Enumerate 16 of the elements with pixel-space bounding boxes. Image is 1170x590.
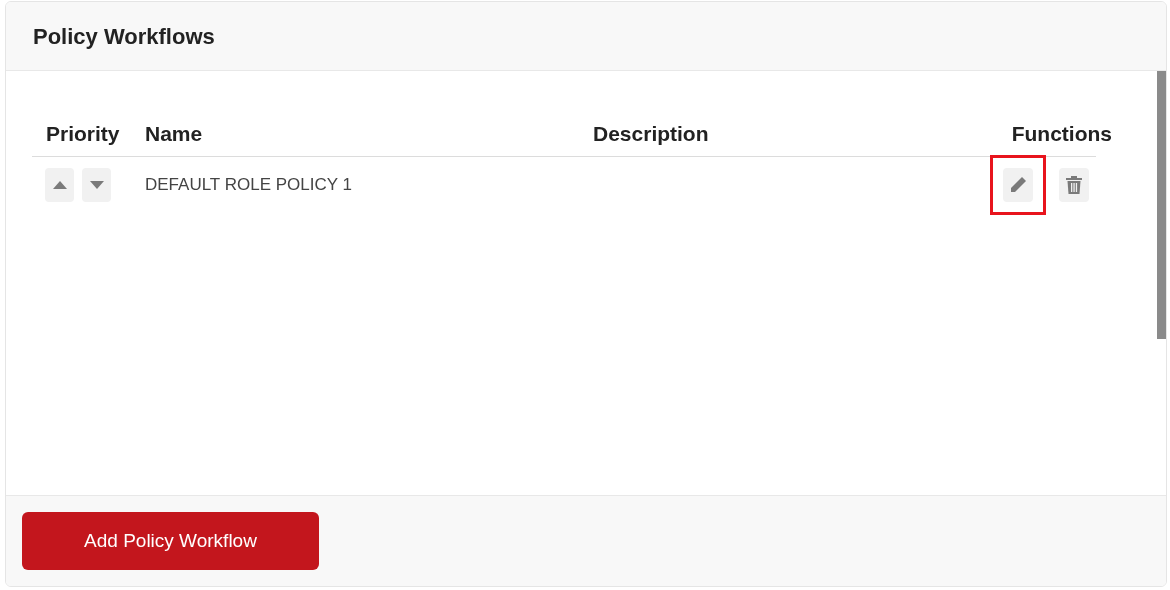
column-header: Description bbox=[593, 120, 710, 147]
column-header: Priority bbox=[45, 120, 121, 147]
scrollbar[interactable] bbox=[1157, 71, 1166, 339]
table-cell-text: DEFAULT ROLE POLICY 1 bbox=[145, 174, 353, 197]
column-header: Name bbox=[145, 120, 204, 147]
move-up-button[interactable] bbox=[45, 168, 74, 202]
triangle-down-icon bbox=[89, 181, 104, 189]
move-down-button[interactable] bbox=[82, 168, 111, 202]
edit-button[interactable] bbox=[1003, 168, 1033, 202]
card-title: Policy Workflows bbox=[33, 22, 215, 51]
pencil-icon bbox=[1009, 176, 1027, 194]
delete-button[interactable] bbox=[1059, 168, 1089, 202]
trash-icon bbox=[1066, 176, 1082, 194]
column-header: Functions bbox=[1011, 120, 1112, 147]
add-policy-workflow-button[interactable]: Add Policy Workflow bbox=[22, 512, 319, 570]
triangle-up-icon bbox=[52, 181, 67, 189]
